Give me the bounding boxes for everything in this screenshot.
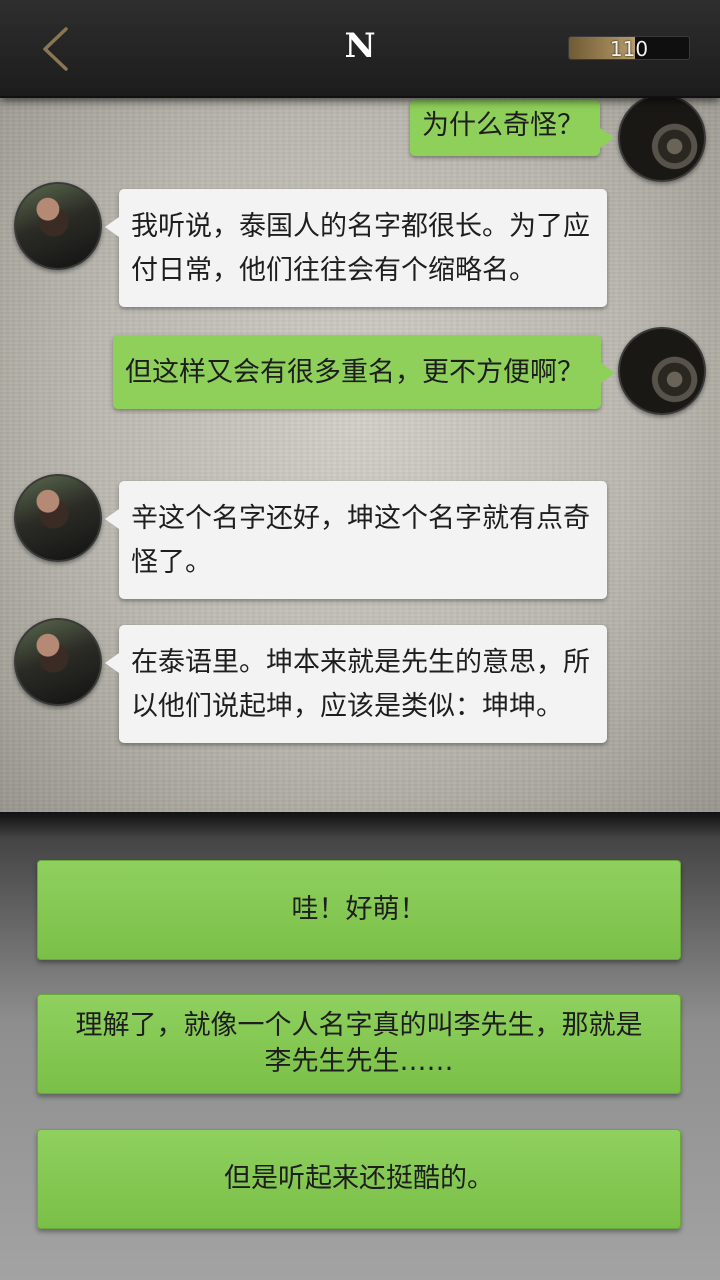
reply-option-label: 理解了，就像一个人名字真的叫李先生，那就是李先生先生……: [75, 1010, 643, 1077]
contact-message-bubble: 我听说，泰国人的名字都很长。为了应付日常，他们往往会有个缩略名。: [105, 189, 607, 307]
contact-avatar[interactable]: [14, 618, 102, 706]
reply-option-button[interactable]: 哇！好萌！: [37, 860, 681, 960]
reply-option-label: 哇！好萌！: [291, 894, 427, 925]
reply-option-label: 但是听起来还挺酷的。: [224, 1163, 494, 1194]
reply-options-panel: 哇！好萌！ 理解了，就像一个人名字真的叫李先生，那就是李先生先生…… 但是听起来…: [0, 812, 720, 1280]
reply-option-button[interactable]: 但是听起来还挺酷的。: [37, 1129, 681, 1229]
chat-history[interactable]: 为什么奇怪？ 我听说，泰国人的名字都很长。为了应付日常，他们往往会有个缩略名。 …: [0, 98, 720, 812]
my-avatar[interactable]: [618, 327, 706, 415]
chat-screen: N 110 为什么奇怪？ 我听说，泰国人的名字都很长。为了应付日常，他们往往会有…: [0, 0, 720, 1280]
top-bar: N 110: [0, 0, 720, 98]
my-message-bubble: 为什么奇怪？: [410, 100, 614, 156]
contact-avatar[interactable]: [14, 182, 102, 270]
my-avatar[interactable]: [618, 98, 706, 182]
score-meter: 110: [568, 36, 690, 60]
reply-option-button[interactable]: 理解了，就像一个人名字真的叫李先生，那就是李先生先生……: [37, 994, 681, 1094]
score-value: 110: [609, 37, 649, 60]
my-message-bubble: 但这样又会有很多重名，更不方便啊？: [113, 335, 615, 409]
contact-message-bubble: 辛这个名字还好，坤这个名字就有点奇怪了。: [105, 481, 607, 599]
contact-avatar[interactable]: [14, 474, 102, 562]
contact-message-bubble: 在泰语里。坤本来就是先生的意思，所以他们说起坤，应该是类似：坤坤。: [105, 625, 607, 743]
